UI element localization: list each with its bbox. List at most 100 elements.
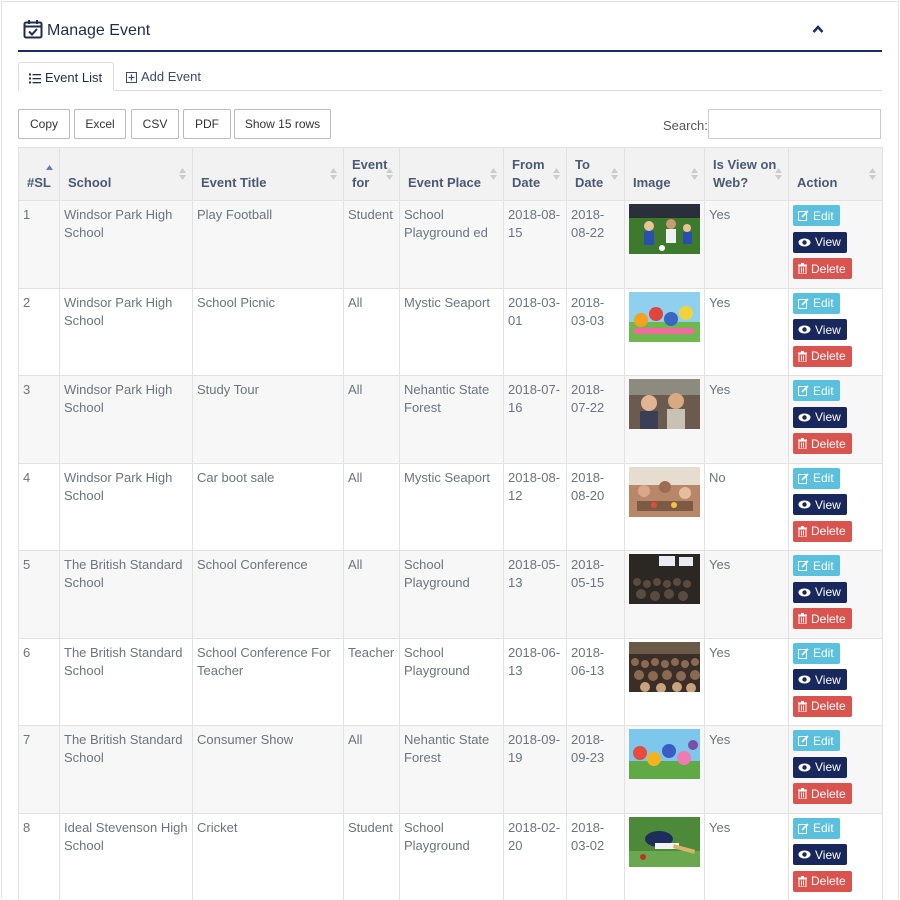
column-header-event-place[interactable]: Event Place <box>399 147 504 201</box>
eye-icon <box>798 238 811 246</box>
edit-icon <box>798 210 809 221</box>
cell-event-for: Student <box>343 812 400 900</box>
cell-event-for: All <box>343 375 400 464</box>
table-row: 5 The British Standard School School Confe… <box>18 550 883 639</box>
sort-both-icon <box>330 168 337 180</box>
edit-button[interactable]: Edit <box>793 555 840 576</box>
edit-button[interactable]: Edit <box>793 292 840 314</box>
cell-event-title: Cricket <box>192 812 344 900</box>
csv-button[interactable]: CSV <box>131 109 179 139</box>
delete-label: Delete <box>811 611 846 626</box>
cell-action: Edit View Delete <box>788 725 883 814</box>
view-label: View <box>815 760 841 774</box>
column-header-label: Is View on Web? <box>713 157 777 190</box>
chevron-up-icon[interactable] <box>812 22 824 37</box>
cell-event-for: Student <box>343 200 400 289</box>
edit-icon <box>798 647 809 659</box>
pdf-button[interactable]: PDF <box>183 109 231 139</box>
cell-from-date: 2018-08-15 <box>503 200 567 289</box>
trash-icon <box>798 875 807 887</box>
delete-button[interactable]: Delete <box>793 695 852 717</box>
cell-action: Edit View Delete <box>788 550 883 639</box>
column-header-label: School <box>68 175 112 190</box>
sort-both-icon <box>775 168 782 180</box>
cell-view-on-web: Yes <box>704 200 789 289</box>
edit-icon <box>798 472 809 484</box>
column-header-event-title[interactable]: Event Title <box>192 147 344 201</box>
list-icon <box>29 73 41 84</box>
cricket-photo <box>629 816 700 867</box>
cell-sl: 8 <box>18 812 60 900</box>
tab-event-list[interactable]: Event List <box>18 62 114 91</box>
delete-button[interactable]: Delete <box>793 608 852 629</box>
cell-school: Windsor Park High School <box>59 200 193 289</box>
delete-button[interactable]: Delete <box>793 345 852 367</box>
trash-icon <box>798 613 807 624</box>
delete-button[interactable]: Delete <box>793 258 852 279</box>
delete-button[interactable]: Delete <box>793 870 852 892</box>
column-header-label: Action <box>797 175 838 190</box>
tab-add-event[interactable]: Add Event <box>116 62 211 91</box>
column-header-event-for[interactable]: Event for <box>343 147 400 201</box>
view-button[interactable]: View <box>793 494 847 515</box>
search-input[interactable] <box>708 109 881 139</box>
view-button[interactable]: View <box>793 756 847 778</box>
cell-event-for: All <box>343 462 400 551</box>
sort-asc-icon <box>46 165 53 170</box>
delete-label: Delete <box>811 699 846 713</box>
cell-event-place: School Playground <box>399 637 504 726</box>
view-button[interactable]: View <box>793 581 847 603</box>
view-button[interactable]: View <box>793 319 847 340</box>
cell-view-on-web: Yes <box>704 725 789 814</box>
table-row: 3 Windsor Park High School Study Tour All Ne… <box>18 375 883 464</box>
view-label: View <box>815 410 841 424</box>
cell-view-on-web: Yes <box>704 287 789 376</box>
edit-button[interactable]: Edit <box>793 642 840 664</box>
sort-both-icon <box>386 168 393 180</box>
cell-to-date: 2018-05-15 <box>566 550 625 639</box>
cell-action: Edit View Delete <box>788 200 883 289</box>
column-header-image[interactable]: Image <box>624 147 705 201</box>
teacher-conference-photo <box>629 641 700 692</box>
column-header-label: From Date <box>512 157 545 190</box>
column-header-action[interactable]: Action <box>788 147 883 201</box>
excel-button[interactable]: Excel <box>74 109 126 139</box>
cell-action: Edit View Delete <box>788 375 883 464</box>
edit-button[interactable]: Edit <box>793 380 840 401</box>
column-header-to-date[interactable]: To Date <box>566 147 625 201</box>
edit-button[interactable]: Edit <box>793 467 840 489</box>
market-sale-photo <box>629 466 700 517</box>
copy-button[interactable]: Copy <box>18 109 70 139</box>
cell-sl: 1 <box>18 200 60 289</box>
cell-from-date: 2018-05-13 <box>503 550 567 639</box>
edit-button[interactable]: Edit <box>793 817 840 839</box>
trash-icon <box>798 525 807 537</box>
tab-bar: Event List Add Event <box>18 62 882 91</box>
column-header-sl[interactable]: #SL <box>18 147 60 201</box>
edit-button[interactable]: Edit <box>793 205 840 226</box>
edit-icon <box>798 297 809 309</box>
view-button[interactable]: View <box>793 844 847 865</box>
column-header-from-date[interactable]: From Date <box>503 147 567 201</box>
cell-event-place: School Playground <box>399 550 504 639</box>
column-header-view-on-web[interactable]: Is View on Web? <box>704 147 789 201</box>
delete-button[interactable]: Delete <box>793 520 852 542</box>
cell-event-place: School Playground <box>399 812 504 900</box>
view-button[interactable]: View <box>793 669 847 690</box>
delete-button[interactable]: Delete <box>793 433 852 454</box>
table-row: 1 Windsor Park High School Play Football St… <box>18 200 883 289</box>
view-button[interactable]: View <box>793 406 847 428</box>
calendar-check-icon <box>23 19 43 42</box>
delete-label: Delete <box>811 436 846 451</box>
trash-icon <box>798 438 807 449</box>
trash-icon <box>798 700 807 712</box>
delete-button[interactable]: Delete <box>793 783 852 804</box>
trash-icon <box>798 788 807 799</box>
view-button[interactable]: View <box>793 231 847 253</box>
column-header-label: Image <box>633 175 671 190</box>
show-rows-button[interactable]: Show 15 rows <box>234 109 331 139</box>
cell-event-place: School Playground ed <box>399 200 504 289</box>
table-row: 6 The British Standard School School Confe… <box>18 637 883 726</box>
column-header-school[interactable]: School <box>59 147 193 201</box>
edit-button[interactable]: Edit <box>793 730 840 751</box>
